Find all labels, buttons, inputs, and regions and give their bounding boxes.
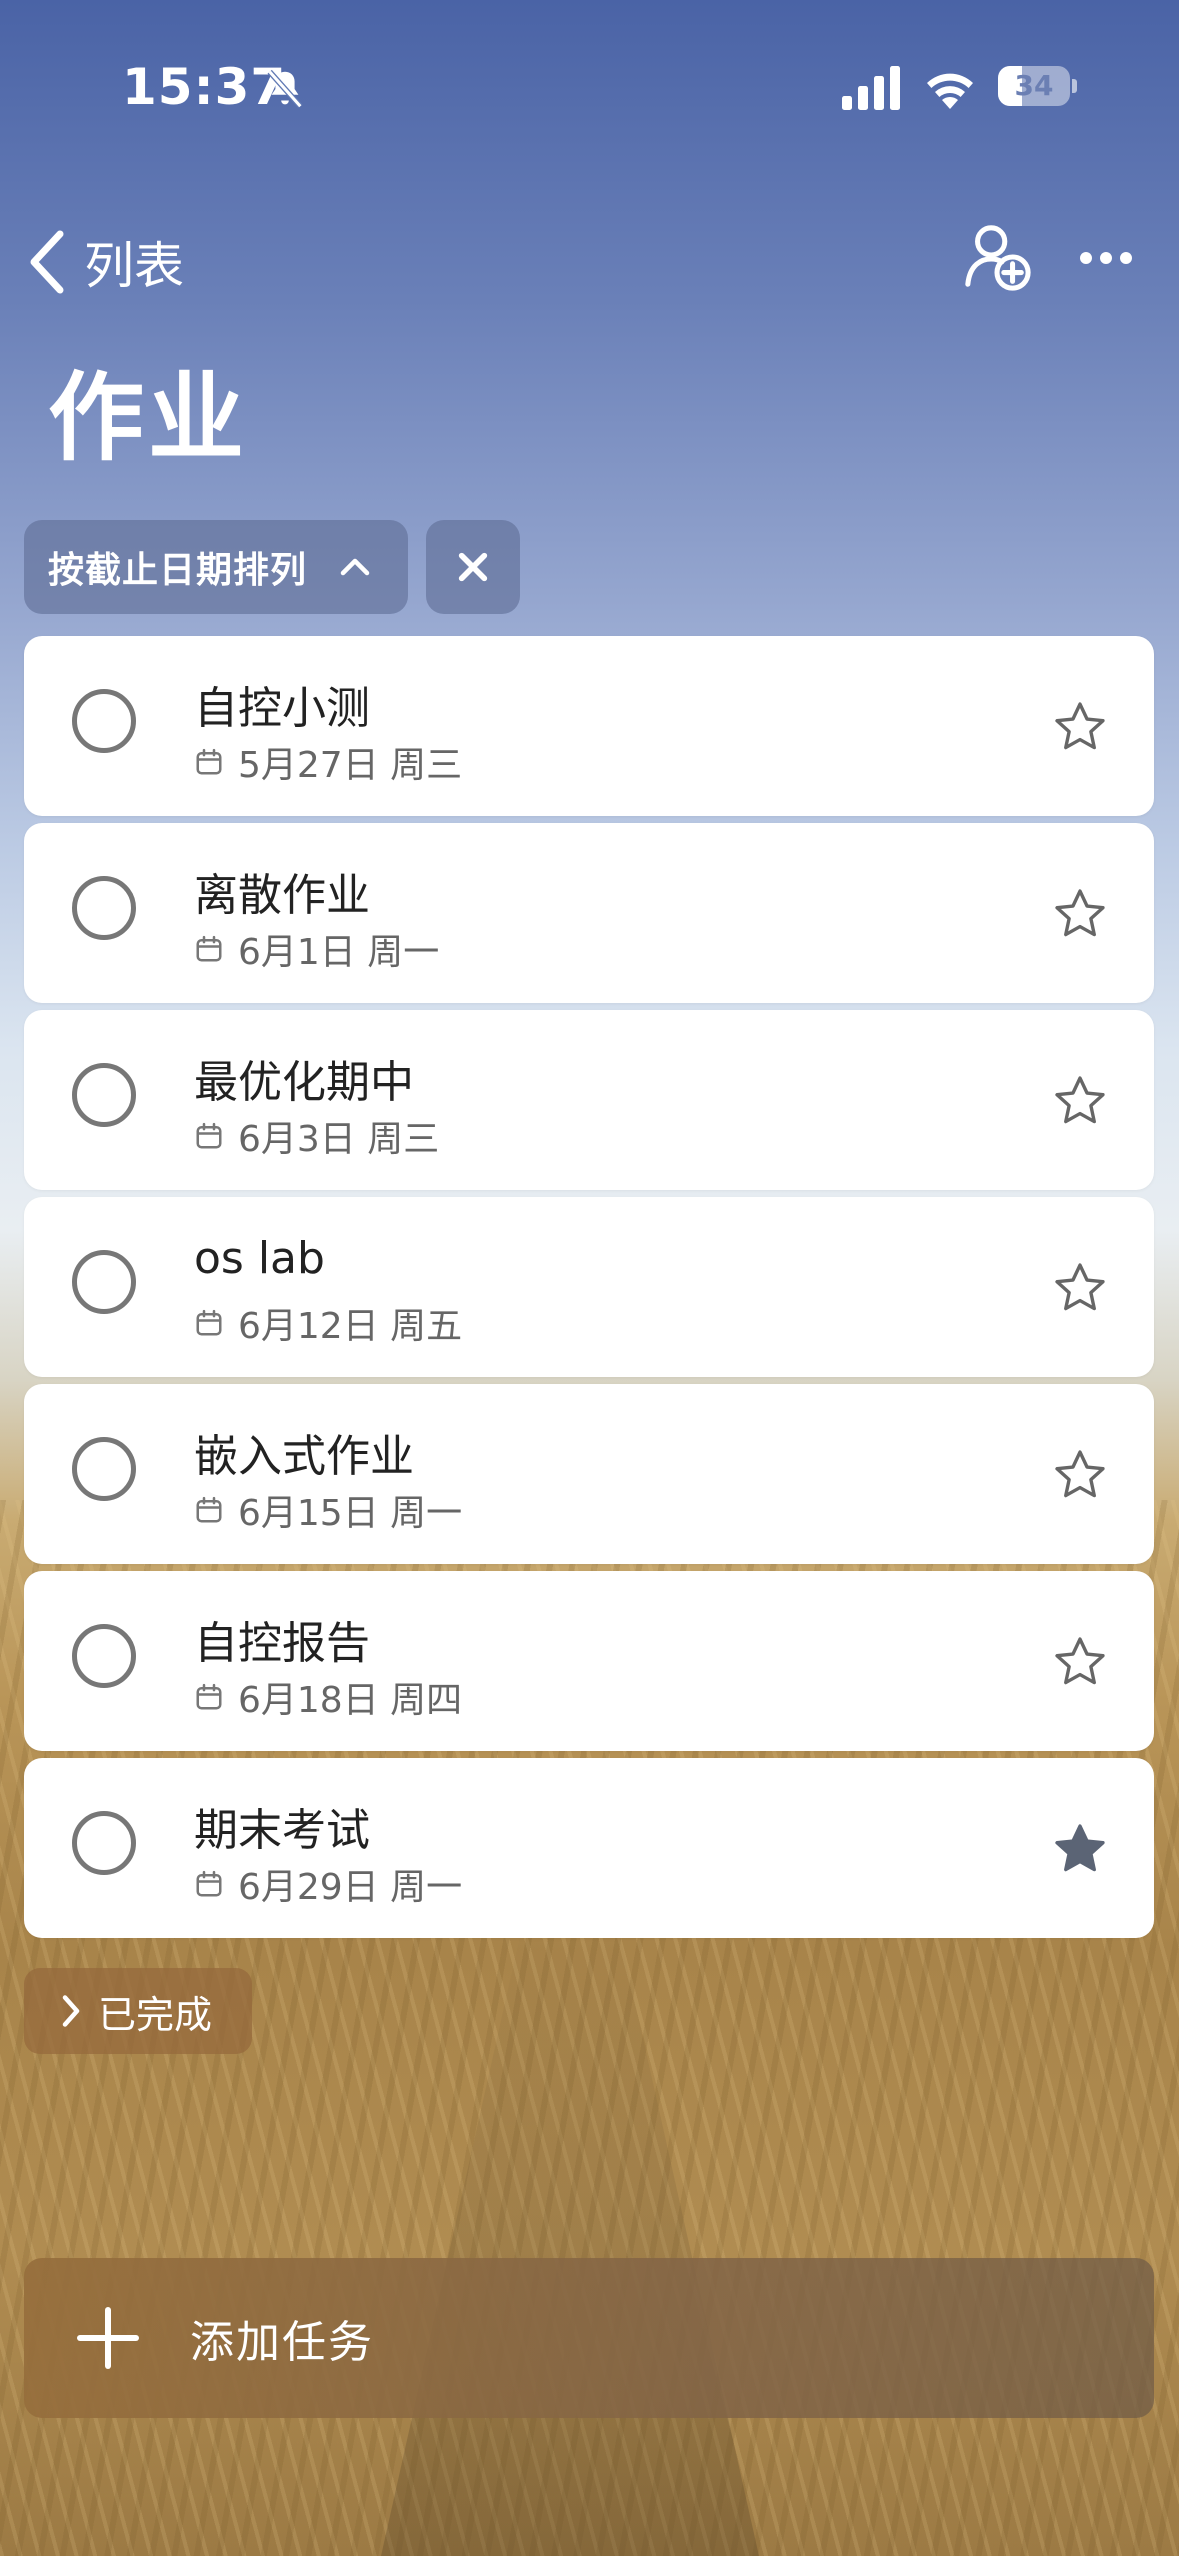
completed-toggle[interactable]: 已完成 (24, 1968, 252, 2054)
task-checkbox[interactable] (72, 1063, 136, 1127)
sort-label: 按截止日期排列 (48, 550, 308, 591)
task-due-date: 5月27日 周三 (194, 736, 462, 788)
calendar-icon (196, 1870, 222, 1897)
task-checkbox[interactable] (72, 1437, 136, 1501)
task-item[interactable]: 最优化期中 6月3日 周三 (24, 1010, 1154, 1190)
sort-button[interactable]: 按截止日期排列 (24, 520, 408, 614)
bell-slash-icon (267, 69, 303, 109)
task-title: 离散作业 (194, 870, 370, 921)
task-date-text: 6月1日 周一 (238, 932, 440, 973)
page-title: 作业 (48, 362, 248, 474)
task-checkbox[interactable] (72, 1624, 136, 1688)
star-icon[interactable] (1050, 1259, 1110, 1317)
task-item[interactable]: os lab 6月12日 周五 (24, 1197, 1154, 1377)
task-due-date: 6月29日 周一 (194, 1858, 462, 1910)
task-checkbox[interactable] (72, 689, 136, 753)
calendar-icon (196, 1496, 222, 1523)
calendar-icon (196, 748, 222, 775)
task-checkbox[interactable] (72, 1250, 136, 1314)
calendar-icon (196, 1683, 222, 1710)
task-item[interactable]: 离散作业 6月1日 周一 (24, 823, 1154, 1003)
battery-icon: 34 (998, 66, 1077, 110)
task-title: 最优化期中 (194, 1057, 414, 1108)
task-checkbox[interactable] (72, 876, 136, 940)
task-title: os lab (194, 1233, 325, 1284)
completed-label: 已完成 (98, 1992, 213, 2037)
task-date-text: 5月27日 周三 (238, 745, 463, 786)
task-title: 自控小测 (194, 683, 370, 734)
star-filled-icon[interactable] (1050, 1820, 1110, 1878)
clear-sort-button[interactable] (426, 520, 520, 614)
calendar-icon (196, 1122, 222, 1149)
wifi-icon (927, 73, 973, 109)
task-due-date: 6月12日 周五 (194, 1297, 462, 1349)
task-due-date: 6月18日 周四 (194, 1671, 462, 1723)
star-icon[interactable] (1050, 1072, 1110, 1130)
task-date-text: 6月3日 周三 (238, 1119, 440, 1160)
star-icon[interactable] (1050, 1633, 1110, 1691)
task-item[interactable]: 期末考试 6月29日 周一 (24, 1758, 1154, 1938)
chevron-right-icon (62, 1995, 80, 2027)
task-item[interactable]: 自控报告 6月18日 周四 (24, 1571, 1154, 1751)
star-icon[interactable] (1050, 885, 1110, 943)
task-due-date: 6月15日 周一 (194, 1484, 462, 1536)
chevron-left-icon (30, 230, 64, 294)
star-icon[interactable] (1050, 698, 1110, 756)
task-title: 期末考试 (194, 1805, 370, 1856)
battery-level: 34 (1014, 69, 1054, 102)
cellular-signal-icon (842, 66, 900, 110)
calendar-icon (196, 1309, 222, 1336)
task-date-text: 6月15日 周一 (238, 1493, 463, 1534)
task-date-text: 6月18日 周四 (238, 1680, 463, 1721)
task-title: 自控报告 (194, 1618, 370, 1669)
task-checkbox[interactable] (72, 1811, 136, 1875)
task-date-text: 6月12日 周五 (238, 1306, 463, 1347)
chevron-up-icon (340, 558, 370, 576)
task-date-text: 6月29日 周一 (238, 1867, 463, 1908)
more-icon[interactable] (1076, 228, 1136, 288)
task-title: 嵌入式作业 (194, 1431, 414, 1482)
add-person-icon[interactable] (962, 222, 1032, 292)
add-task-button[interactable]: 添加任务 (24, 2258, 1154, 2418)
plus-icon (77, 2307, 139, 2369)
task-due-date: 6月1日 周一 (194, 923, 439, 975)
back-button[interactable]: 列表 (28, 222, 184, 302)
task-due-date: 6月3日 周三 (194, 1110, 439, 1162)
status-bar: 15:37 34 (0, 58, 1179, 118)
close-icon (458, 552, 488, 582)
task-item[interactable]: 嵌入式作业 6月15日 周一 (24, 1384, 1154, 1564)
task-item[interactable]: 自控小测 5月27日 周三 (24, 636, 1154, 816)
back-label: 列表 (84, 237, 184, 295)
add-task-label: 添加任务 (190, 2317, 374, 2368)
star-icon[interactable] (1050, 1446, 1110, 1504)
calendar-icon (196, 935, 222, 962)
